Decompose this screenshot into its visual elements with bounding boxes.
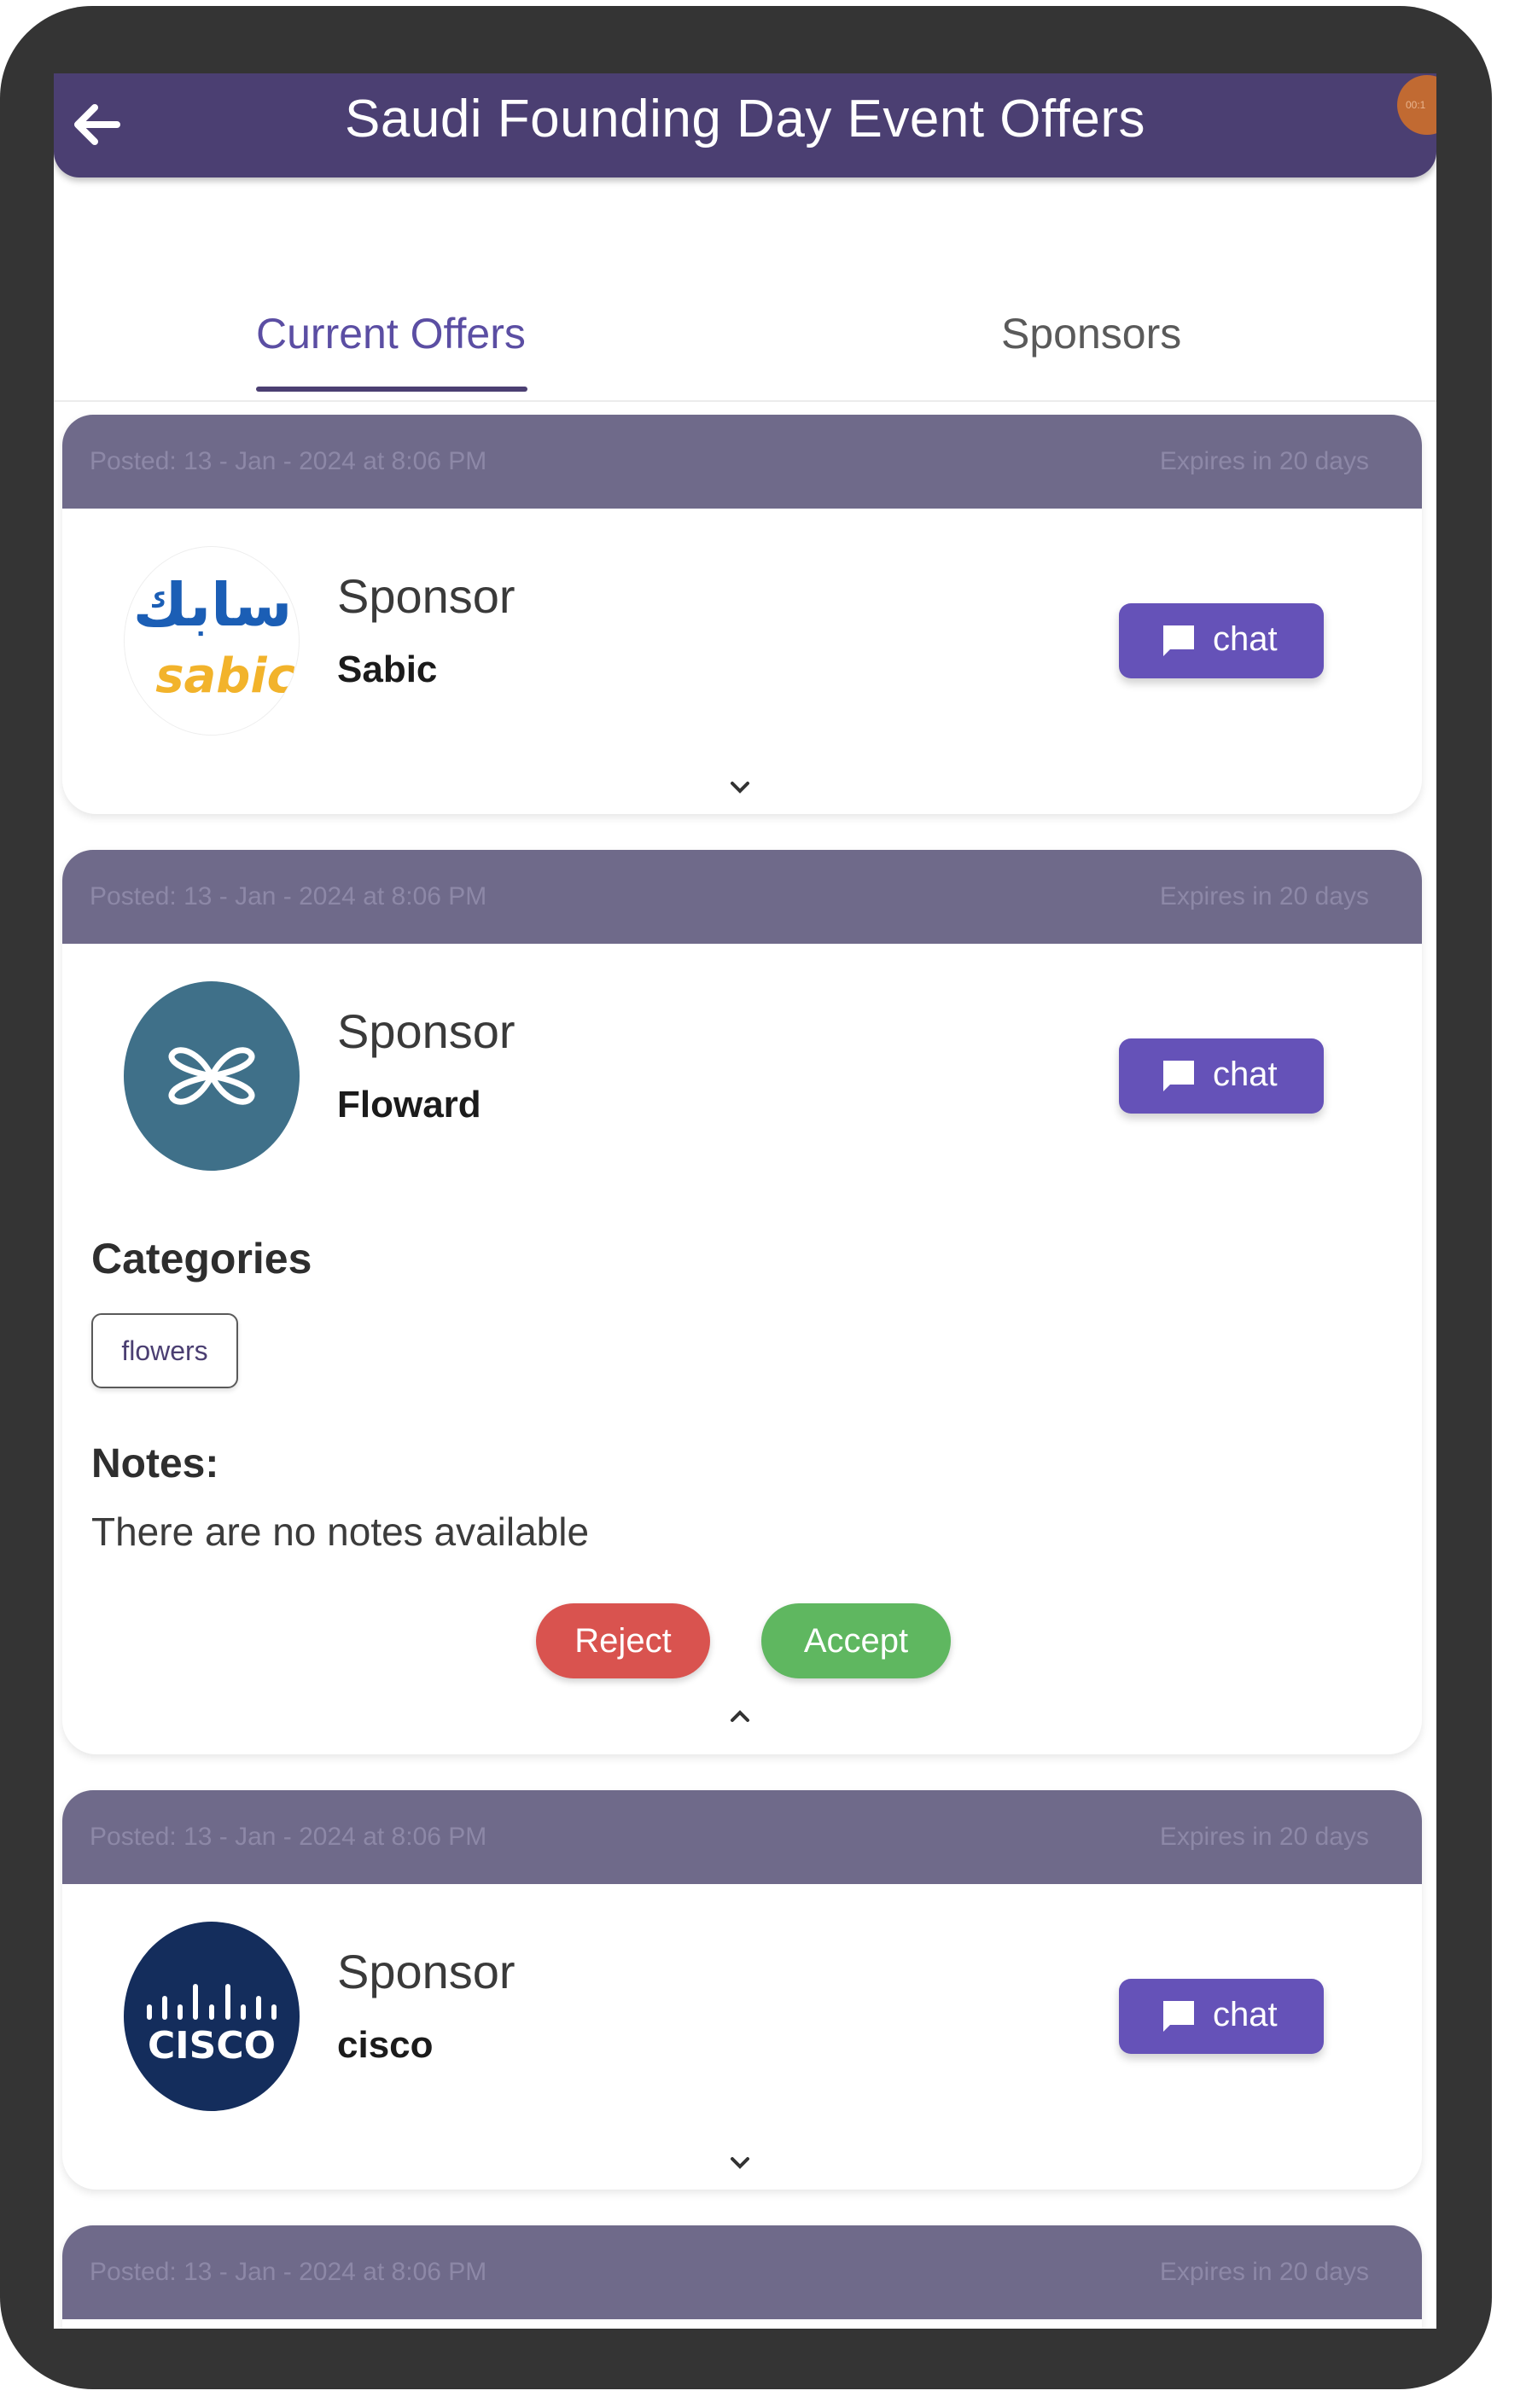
sponsor-name: Floward	[337, 1084, 481, 1125]
chat-button[interactable]: chat	[1119, 1038, 1324, 1114]
chevron-down-icon[interactable]	[725, 776, 754, 797]
categories-heading: Categories	[91, 1235, 312, 1283]
reject-button[interactable]: Reject	[536, 1603, 710, 1678]
offer-card-header: Posted: 13 - Jan - 2024 at 8:06 PM Expir…	[62, 1790, 1422, 1884]
chat-bubble-icon	[1163, 1061, 1194, 1091]
chevron-up-icon[interactable]	[725, 1707, 754, 1727]
accept-button[interactable]: Accept	[761, 1603, 951, 1678]
chat-button-label: chat	[1213, 1996, 1278, 2033]
svg-text:سابك: سابك	[133, 570, 293, 640]
offer-card: Posted: 13 - Jan - 2024 at 8:06 PM Expir…	[62, 1790, 1422, 2190]
offer-card-header: Posted: 13 - Jan - 2024 at 8:06 PM Expir…	[62, 415, 1422, 509]
offer-card: Posted: 13 - Jan - 2024 at 8:06 PM Expir…	[62, 415, 1422, 814]
chat-button[interactable]: chat	[1119, 603, 1324, 678]
offer-card: Posted: 13 - Jan - 2024 at 8:06 PM Expir…	[62, 850, 1422, 1754]
sponsor-name: Sabic	[337, 649, 438, 690]
cisco-logo: CISCO	[124, 1922, 300, 2111]
chat-bubble-icon	[1163, 2001, 1194, 2032]
sponsor-label: Sponsor	[337, 1945, 516, 1998]
offer-card: Posted: 13 - Jan - 2024 at 8:06 PM Expir…	[62, 2225, 1422, 2329]
expiry-text: Expires in 20 days	[1159, 1823, 1369, 1851]
sabic-logo: سابك sabic	[124, 546, 300, 736]
expiry-text: Expires in 20 days	[1159, 2258, 1369, 2286]
chat-bubble-icon	[1163, 625, 1194, 656]
sponsor-label: Sponsor	[337, 569, 516, 623]
floward-logo	[124, 981, 300, 1171]
expiry-text: Expires in 20 days	[1159, 447, 1369, 475]
tab-current-offers[interactable]: Current Offers	[256, 282, 529, 402]
posted-date: Posted: 13 - Jan - 2024 at 8:06 PM	[90, 882, 487, 910]
posted-date: Posted: 13 - Jan - 2024 at 8:06 PM	[90, 2258, 487, 2286]
sponsor-name: cisco	[337, 2024, 434, 2066]
chat-button-label: chat	[1213, 1056, 1278, 1093]
category-chip[interactable]: flowers	[91, 1313, 238, 1388]
sponsor-label: Sponsor	[337, 1004, 516, 1058]
svg-text:sabic: sabic	[155, 649, 295, 704]
posted-date: Posted: 13 - Jan - 2024 at 8:06 PM	[90, 447, 487, 475]
chevron-down-icon[interactable]	[725, 2152, 754, 2172]
notes-text: There are no notes available	[91, 1509, 590, 1554]
offer-card-header: Posted: 13 - Jan - 2024 at 8:06 PM Expir…	[62, 2225, 1422, 2319]
tab-bar: Current Offers Sponsors	[54, 282, 1436, 402]
svg-text:CISCO: CISCO	[148, 2024, 276, 2068]
notes-heading: Notes:	[91, 1441, 219, 1486]
tab-sponsors[interactable]: Sponsors	[1001, 282, 1189, 402]
page-title: Saudi Founding Day Event Offers	[345, 90, 1145, 148]
app-screen: Saudi Founding Day Event Offers 00:1 Cur…	[54, 73, 1436, 2329]
expiry-text: Expires in 20 days	[1159, 882, 1369, 910]
chat-button-label: chat	[1213, 620, 1278, 658]
posted-date: Posted: 13 - Jan - 2024 at 8:06 PM	[90, 1823, 487, 1851]
app-header: Saudi Founding Day Event Offers 00:1	[54, 73, 1436, 177]
chat-button[interactable]: chat	[1119, 1979, 1324, 2054]
device-frame: Saudi Founding Day Event Offers 00:1 Cur…	[0, 6, 1492, 2389]
offer-card-header: Posted: 13 - Jan - 2024 at 8:06 PM Expir…	[62, 850, 1422, 944]
